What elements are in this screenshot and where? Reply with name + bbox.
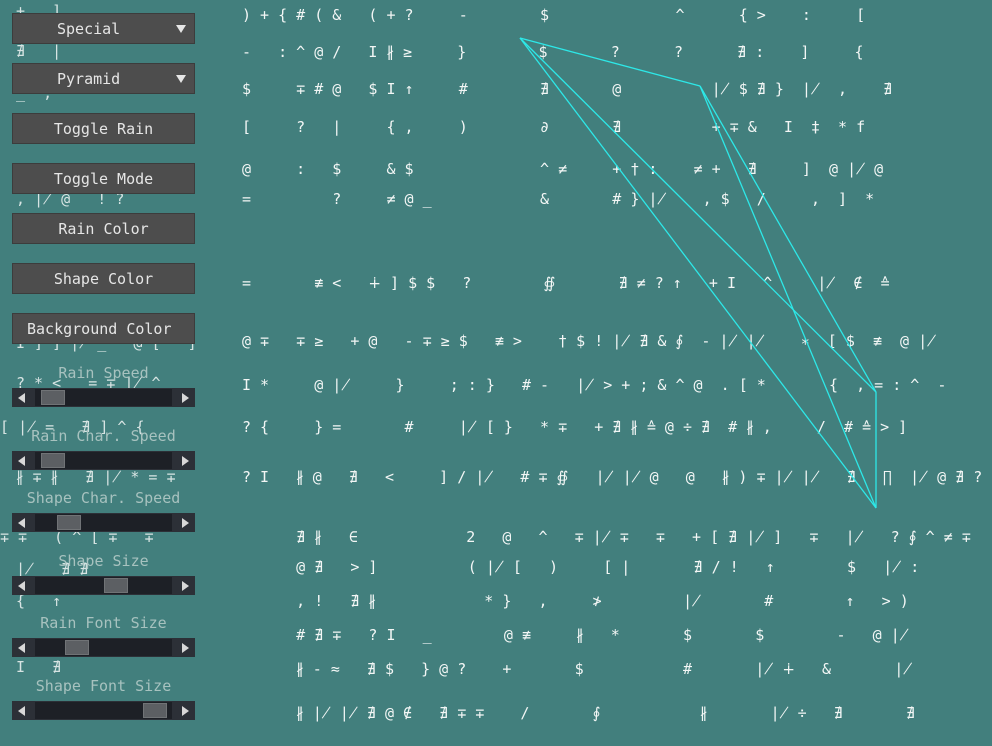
pyramid-edges [519, 37, 877, 509]
slider-label: Rain Char. Speed [31, 426, 176, 445]
slider-track[interactable] [35, 514, 172, 531]
slider-rain-char-speed[interactable] [12, 450, 195, 470]
slider-label: Shape Char. Speed [26, 489, 181, 507]
slider-rain-speed[interactable] [12, 388, 195, 407]
slider-thumb[interactable] [41, 452, 65, 468]
pyramid-edge [699, 85, 877, 509]
shape-color-button[interactable]: Shape Color [12, 263, 195, 294]
slider-shape-char-speed[interactable] [12, 513, 195, 532]
dropdown-arrow-icon [176, 24, 186, 33]
toggle-mode-button[interactable]: Toggle Mode [12, 163, 195, 194]
slider-label: Shape Size [58, 551, 149, 570]
rain-color-button[interactable]: Rain Color [12, 213, 195, 244]
shape-dropdown[interactable]: Pyramid [12, 63, 195, 94]
slider-track[interactable] [35, 639, 172, 656]
shape-dropdown-value: Pyramid [57, 69, 121, 88]
slider-shape-font-size[interactable] [12, 700, 195, 720]
effect-dropdown-value: Special [57, 19, 121, 38]
slider-left-arrow-icon[interactable] [12, 388, 32, 407]
slider-rain-font-size[interactable] [12, 638, 195, 657]
control-panel: Special Pyramid Toggle Rain Toggle Mode … [0, 0, 210, 746]
pyramid-edge [519, 37, 877, 393]
slider-track[interactable] [35, 451, 172, 469]
slider-right-arrow-icon[interactable] [175, 451, 195, 470]
slider-thumb[interactable] [143, 702, 167, 718]
slider-thumb[interactable] [41, 390, 65, 405]
slider-right-arrow-icon[interactable] [175, 513, 195, 532]
slider-left-arrow-icon[interactable] [12, 451, 32, 470]
slider-left-arrow-icon[interactable] [12, 638, 32, 657]
slider-label: Shape Font Size [35, 676, 172, 695]
slider-right-arrow-icon[interactable] [175, 638, 195, 657]
pyramid-edge [699, 85, 877, 393]
background-color-button[interactable]: Background Color [12, 313, 195, 344]
slider-right-arrow-icon[interactable] [175, 701, 195, 720]
slider-track[interactable] [35, 576, 172, 594]
slider-left-arrow-icon[interactable] [12, 576, 32, 595]
slider-label: Rain Font Size [40, 614, 167, 632]
slider-track[interactable] [35, 701, 172, 719]
slider-thumb[interactable] [104, 577, 128, 593]
toggle-rain-button[interactable]: Toggle Rain [12, 113, 195, 144]
slider-label: Rain Speed [58, 364, 149, 382]
slider-right-arrow-icon[interactable] [175, 388, 195, 407]
slider-left-arrow-icon[interactable] [12, 701, 32, 720]
pyramid-edge [519, 37, 877, 509]
slider-left-arrow-icon[interactable] [12, 513, 32, 532]
pyramid-edge [519, 37, 701, 87]
slider-thumb[interactable] [57, 515, 81, 530]
slider-thumb[interactable] [65, 640, 89, 655]
slider-shape-size[interactable] [12, 575, 195, 595]
slider-track[interactable] [35, 389, 172, 406]
slider-right-arrow-icon[interactable] [175, 576, 195, 595]
dropdown-arrow-icon [176, 74, 186, 83]
effect-dropdown[interactable]: Special [12, 13, 195, 44]
